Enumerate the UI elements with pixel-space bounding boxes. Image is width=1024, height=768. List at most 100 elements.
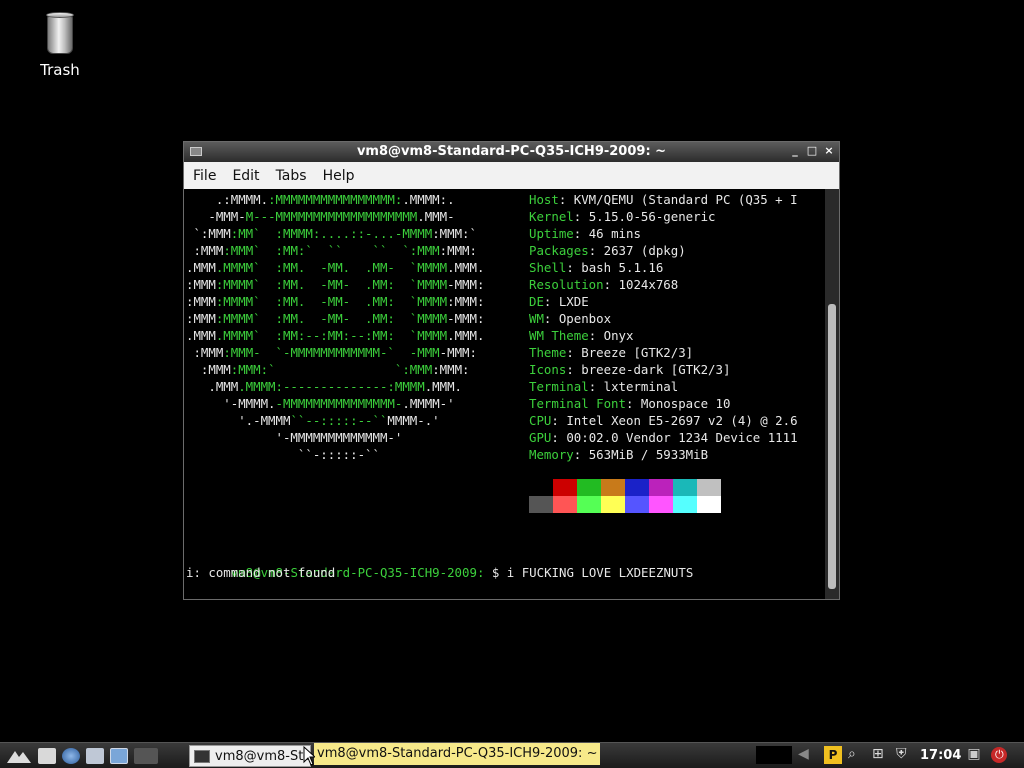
- logo-segment: .MMMM:.: [402, 192, 455, 207]
- current-prompt-line[interactable]: vm8@vm8-Standard-PC-Q35-ICH9-2009: $: [186, 581, 515, 598]
- info-row: Host: KVM/QEMU (Standard PC (Q35 + I: [529, 191, 798, 208]
- logo-line: '-MMMM.-MMMMMMMMMMMMMMM-.MMMM-': [186, 395, 454, 412]
- info-value: 1024x768: [618, 277, 679, 292]
- info-value: 46 mins: [588, 226, 641, 241]
- show-desktop-icon[interactable]: [110, 748, 128, 764]
- info-row: Icons: breeze-dark [GTK2/3]: [529, 361, 730, 378]
- shield-icon[interactable]: ⛨: [896, 746, 914, 764]
- color-swatch: [577, 496, 601, 513]
- info-value: Monospace 10: [640, 396, 731, 411]
- info-separator: :: [573, 226, 589, 241]
- file-manager-icon[interactable]: [38, 748, 56, 764]
- logo-segment: :MM` :MMMM:....::-...-MMMM: [230, 226, 433, 241]
- info-label: CPU: [529, 413, 552, 428]
- minimize-button[interactable]: _: [788, 144, 802, 158]
- network-icon[interactable]: ⊞: [872, 746, 890, 764]
- info-row: Packages: 2637 (dpkg): [529, 242, 686, 259]
- trash-desktop-icon[interactable]: Trash: [30, 12, 90, 79]
- logo-segment: .MMM.: [447, 328, 485, 343]
- logo-segment: :MMM:: [432, 362, 470, 377]
- trash-icon: [44, 12, 76, 56]
- logo-segment: .MMM: [186, 260, 216, 275]
- logo-line: -MMM-M---MMMMMMMMMMMMMMMMMMM.MMM-: [186, 208, 455, 225]
- info-separator: :: [558, 192, 574, 207]
- lock-screen-icon[interactable]: ▣: [967, 746, 985, 764]
- color-swatch: [697, 496, 721, 513]
- logo-line: ``-:::::-``: [186, 446, 380, 463]
- info-row: Kernel: 5.15.0-56-generic: [529, 208, 716, 225]
- search-icon[interactable]: ⌕: [848, 746, 866, 764]
- error-output: i: command not found: [186, 565, 336, 580]
- clock[interactable]: 17:04: [920, 748, 961, 763]
- info-label: Theme: [529, 345, 567, 360]
- logo-segment: :MMM:`: [432, 226, 477, 241]
- info-row: CPU: Intel Xeon E5-2697 v2 (4) @ 2.6: [529, 412, 798, 429]
- maximize-button[interactable]: □: [805, 144, 819, 158]
- info-row: Resolution: 1024x768: [529, 276, 678, 293]
- web-browser-icon[interactable]: [62, 748, 80, 764]
- info-separator: :: [588, 243, 604, 258]
- desktop-pager-icon[interactable]: [134, 748, 158, 764]
- color-swatch: [625, 479, 649, 496]
- info-separator: :: [625, 396, 641, 411]
- command-text: $ i FUCKING LOVE LXDEEZNUTS: [484, 565, 694, 580]
- info-value: Openbox: [558, 311, 612, 326]
- info-label: Terminal Font: [529, 396, 626, 411]
- logo-segment: .MMMM:--------------:MMMM: [238, 379, 425, 394]
- scroll-thumb[interactable]: [828, 304, 836, 589]
- logo-segment: .MMM-: [417, 209, 455, 224]
- logo-segment: -MMM:: [439, 345, 477, 360]
- info-separator: :: [588, 379, 604, 394]
- info-value: bash 5.1.16: [581, 260, 664, 275]
- info-row: DE: LXDE: [529, 293, 589, 310]
- info-separator: :: [573, 209, 589, 224]
- info-row: Terminal: lxterminal: [529, 378, 678, 395]
- info-separator: :: [551, 413, 567, 428]
- window-title: vm8@vm8-Standard-PC-Q35-ICH9-2009: ~: [356, 144, 667, 159]
- logo-line: '.-MMMM``--:::::--``MMMM-.': [186, 412, 440, 429]
- clipboard-icon[interactable]: P: [824, 746, 842, 764]
- info-value: 2637 (dpkg): [603, 243, 686, 258]
- power-icon[interactable]: ⏻: [991, 747, 1008, 763]
- logo-segment: -MMMMMMMMMMMMMMM-: [275, 396, 403, 411]
- terminal-scrollbar[interactable]: [825, 189, 839, 599]
- logo-segment: :MMM: [186, 277, 216, 292]
- trash-label: Trash: [40, 61, 80, 79]
- volume-icon[interactable]: ◀: [798, 746, 818, 764]
- logo-segment: :MMM: [186, 362, 231, 377]
- logo-segment: .:MMMM.: [186, 192, 269, 207]
- menu-launcher-icon[interactable]: [6, 748, 32, 764]
- info-value: 563MiB / 5933MiB: [588, 447, 709, 462]
- logo-segment: :MMM: [186, 243, 224, 258]
- info-label: WM Theme: [529, 328, 589, 343]
- taskbar-terminal-label: vm8@vm8-Standard-PC-Q35-ICH9-2009: ~: [215, 748, 310, 764]
- logo-segment: '-MMMMMMMMMMMMM-': [186, 430, 403, 445]
- logo-segment: :MMMMMMMMMMMMMMMM:: [268, 192, 403, 207]
- logo-line: :MMM:MMMM` :MM. -MM- .MM: `MMMM-MMM:: [186, 310, 484, 327]
- taskbar-terminal-button[interactable]: vm8@vm8-Standard-PC-Q35-ICH9-2009: ~: [189, 745, 311, 767]
- logo-segment: .MMM: [186, 328, 216, 343]
- window-switcher-icon[interactable]: [86, 748, 104, 764]
- logo-segment: ``-:::::-``: [186, 447, 380, 462]
- color-swatch: [697, 479, 721, 496]
- logo-segment: :MMM: [186, 345, 224, 360]
- logo-segment: :MMM:: [447, 294, 485, 309]
- logo-segment: MMMM-.': [387, 413, 440, 428]
- menu-file[interactable]: File: [185, 168, 224, 184]
- logo-segment: :MMM- `-MMMMMMMMMMMM-` -MMM: [223, 345, 440, 360]
- logo-line: `:MMM:MM` :MMMM:....::-...-MMMM:MMM:`: [186, 225, 477, 242]
- logo-line: .MMM.MMMM:--------------:MMMM.MMM.: [186, 378, 462, 395]
- logo-line: .MMM.MMMM` :MM:--:MM:--:MM: `MMMM.MMM.: [186, 327, 484, 344]
- close-button[interactable]: ×: [822, 144, 836, 158]
- info-label: Icons: [529, 362, 567, 377]
- terminal-output[interactable]: .:MMMM.:MMMMMMMMMMMMMMMM:.MMMM:. -MMM-M-…: [184, 189, 825, 599]
- menu-help[interactable]: Help: [315, 168, 363, 184]
- window-titlebar[interactable]: vm8@vm8-Standard-PC-Q35-ICH9-2009: ~ _ □…: [184, 142, 839, 162]
- info-label: Kernel: [529, 209, 574, 224]
- info-value: breeze-dark [GTK2/3]: [581, 362, 731, 377]
- menu-edit[interactable]: Edit: [224, 168, 267, 184]
- taskbar-tooltip: vm8@vm8-Standard-PC-Q35-ICH9-2009: ~: [314, 743, 600, 765]
- logo-line: :MMM:MMM` :MM:` `` `` `:MMM:MMM:: [186, 242, 477, 259]
- menu-tabs[interactable]: Tabs: [268, 168, 315, 184]
- color-swatch: [649, 496, 673, 513]
